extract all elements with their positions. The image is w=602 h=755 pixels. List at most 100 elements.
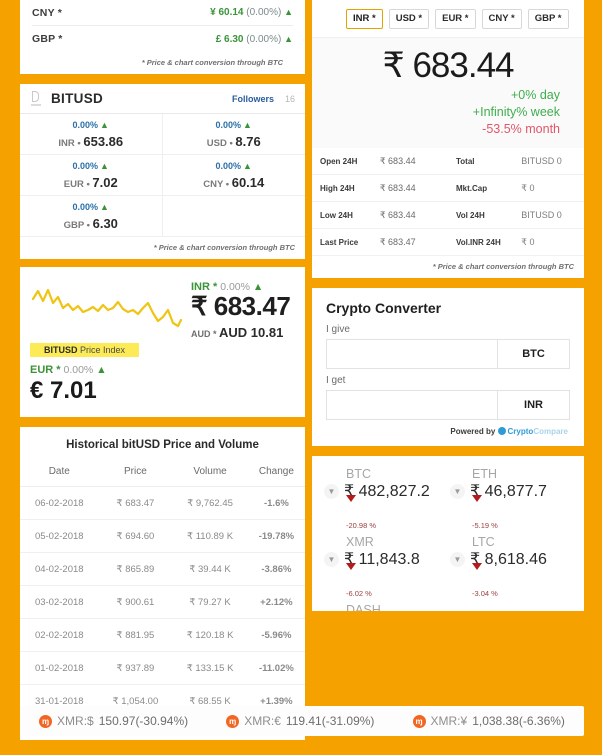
ticker-item[interactable]: ɱ XMR:$ 150.97(-30.94%)	[39, 714, 188, 728]
table-row[interactable]: 04-02-2018 ₹ 865.89 ₹ 39.44 K -3.86%	[20, 552, 305, 586]
table-row[interactable]: 05-02-2018 ₹ 694.60 ₹ 110.89 K -19.78%	[20, 519, 305, 553]
bitusd-tile-inr[interactable]: 0.00% ▲ INR • 653.86	[20, 114, 163, 155]
bitusd-tile-usd[interactable]: 0.00% ▲ USD • 8.76	[162, 114, 305, 155]
bitusd-tile-empty	[162, 196, 305, 237]
price-index-tag: BITUSD Price Index	[30, 343, 140, 357]
fx-partial-card: CNY * ¥ 60.14 (0.00%) ▲ GBP * £ 6.30 (0.…	[20, 0, 305, 74]
hero-month-change: -53.5% month	[482, 122, 560, 136]
followers-group[interactable]: Followers 16	[232, 94, 295, 104]
eur-change: 0.00%	[63, 364, 94, 376]
ticker-item[interactable]: ɱ XMR:€ 119.41(-31.09%)	[226, 714, 374, 728]
hero-day-change: +0% day	[511, 88, 560, 103]
stat-value2: ₹ 0	[513, 174, 584, 203]
aud-price: AUD 10.81	[219, 325, 284, 340]
cell-volume: ₹ 39.44 K	[172, 552, 248, 586]
bitusd-tile-eur[interactable]: 0.00% ▲ EUR • 7.02	[20, 155, 163, 196]
sparkline-svg	[31, 288, 183, 328]
give-label: I give	[326, 324, 350, 336]
arrow-up-icon: ▲	[284, 7, 293, 17]
chevron-down-icon[interactable]: ▼	[450, 551, 465, 567]
tab-gbp[interactable]: GBP *	[527, 9, 569, 29]
give-input[interactable]	[327, 340, 497, 369]
stat-key2: Total	[447, 147, 514, 176]
col-date: Date	[20, 461, 99, 487]
crypto-change: -6.02 %	[346, 589, 372, 599]
fx-amount: 6.30	[224, 33, 244, 45]
cell-change: +2.12%	[247, 585, 305, 619]
get-input[interactable]	[327, 391, 497, 420]
table-row[interactable]: 03-02-2018 ₹ 900.61 ₹ 79.27 K +2.12%	[20, 585, 305, 619]
arrow-up-icon: ▲	[284, 33, 293, 44]
cell-change: -1.6%	[247, 486, 305, 520]
fx-symbol: ¥	[210, 7, 216, 18]
chevron-down-icon[interactable]: ▼	[324, 551, 339, 567]
footnote: * Price & chart conversion through BTC	[141, 58, 283, 67]
crypto-symbol: XMR	[346, 535, 374, 550]
bitusd-tile-cny[interactable]: 0.00% ▲ CNY • 60.14	[162, 155, 305, 196]
crypto-price-line: ▼ ₹ 46,877.7	[450, 481, 574, 501]
crypto-cell-eth[interactable]: ETH ▼ ₹ 46,877.7 -5.19 %	[448, 464, 574, 532]
bottom-ticker: ɱ XMR:$ 150.97(-30.94%) ɱ XMR:€ 119.41(-…	[20, 706, 584, 736]
cell-date: 06-02-2018	[20, 486, 99, 520]
triangle-down-icon	[346, 563, 356, 588]
give-unit-select[interactable]: BTC	[497, 340, 569, 369]
tab-cny[interactable]: CNY *	[481, 9, 522, 29]
cell-volume: ₹ 9,762.45	[172, 486, 248, 520]
tab-inr[interactable]: INR *	[346, 9, 383, 29]
aud-line: AUD * AUD 10.81	[191, 325, 290, 340]
fx-amount: 60.14	[218, 7, 244, 18]
hero-price: ₹ 683.44	[382, 45, 514, 85]
cell-volume: ₹ 110.89 K	[172, 519, 248, 553]
stat-key: Last Price	[312, 228, 372, 257]
chevron-down-icon[interactable]: ▼	[450, 483, 465, 499]
crypto-symbol: DASH	[346, 603, 381, 612]
crypto-trend: -20.98 %	[324, 495, 448, 530]
crypto-converter-card: Crypto Converter I give BTC I get INR Po…	[312, 288, 584, 447]
table-row[interactable]: 01-02-2018 ₹ 937.89 ₹ 133.15 K -11.02%	[20, 651, 305, 685]
crypto-trend: -3.04 %	[450, 563, 574, 598]
tile-price: CNY • 60.14	[203, 174, 265, 190]
crypto-cell-xmr[interactable]: XMR ▼ ₹ 11,843.8 -6.02 %	[322, 532, 448, 600]
tile-change: 0.00% ▲	[72, 201, 109, 212]
cell-date: 01-02-2018	[20, 651, 99, 685]
cell-price: ₹ 900.61	[98, 585, 173, 619]
bitusd-title: BITUSD	[51, 91, 104, 106]
crypto-trend: -6.02 %	[324, 563, 448, 599]
ticker-value: 1,038.38(-6.36%)	[472, 714, 565, 728]
inr-price: ₹ 683.47	[191, 291, 291, 321]
stat-value: ₹ 683.44	[371, 201, 448, 230]
crypto-cell-dash[interactable]: DASH	[322, 600, 448, 611]
tab-eur[interactable]: EUR *	[435, 9, 476, 29]
ticker-value: 150.97(-30.94%)	[98, 714, 189, 728]
crypto-price: ₹ 482,827.2	[344, 483, 430, 501]
stats-row: Last Price ₹ 683.47 Vol.INR 24H ₹ 0	[312, 228, 584, 257]
fx-row-gbp[interactable]: GBP * £ 6.30 (0.00%) ▲	[32, 26, 293, 52]
fx-row-cny[interactable]: CNY * ¥ 60.14 (0.00%) ▲	[32, 0, 293, 26]
right-column: INR * USD * EUR * CNY * GBP * ₹ 683.44 +…	[312, 0, 584, 612]
crypto-prices-card: BTC ▼ ₹ 482,827.2 -20.98 % ETH ▼ ₹ 46,877.7 -5.…	[312, 456, 584, 612]
table-row[interactable]: 06-02-2018 ₹ 683.47 ₹ 9,762.45 -1.6%	[20, 486, 305, 520]
chevron-down-icon[interactable]: ▼	[324, 483, 339, 499]
footnote: * Price & chart conversion through BTC	[432, 262, 574, 272]
get-unit-select[interactable]: INR	[497, 391, 569, 420]
ticker-item[interactable]: ɱ XMR:¥ 1,038.38(-6.36%)	[412, 714, 565, 728]
eur-price: € 7.01	[30, 377, 97, 404]
crypto-cell-btc[interactable]: BTC ▼ ₹ 482,827.2 -20.98 %	[322, 464, 448, 532]
stats-row: Open 24H ₹ 683.44 Total BITUSD 0	[312, 147, 584, 176]
table-row[interactable]: 02-02-2018 ₹ 881.95 ₹ 120.18 K -5.96%	[20, 618, 305, 652]
monero-icon: ɱ	[226, 714, 240, 728]
tile-change: 0.00% ▲	[215, 119, 252, 130]
cell-change: -19.78%	[247, 519, 305, 553]
ticker-label: XMR:¥	[430, 714, 468, 728]
hero-stats: +0% day +Infinity% week -53.5% month	[326, 87, 570, 138]
tab-usd[interactable]: USD *	[388, 9, 430, 29]
hero-week-change: +Infinity% week	[472, 105, 560, 120]
crypto-cell-ltc[interactable]: LTC ▼ ₹ 8,618.46 -3.04 %	[448, 532, 574, 600]
stat-key: Open 24H	[312, 147, 372, 176]
powered-by[interactable]: Powered by CryptoCompare	[326, 420, 570, 440]
stat-value2: BITUSD 0	[513, 201, 584, 230]
crypto-price-line: ▼ ₹ 11,843.8	[324, 549, 448, 569]
bitusd-tile-gbp[interactable]: 0.00% ▲ GBP • 6.30	[20, 196, 163, 237]
stats-table: Open 24H ₹ 683.44 Total BITUSD 0 High 24H ₹ 6…	[312, 147, 584, 257]
followers-count: 16	[284, 93, 295, 104]
